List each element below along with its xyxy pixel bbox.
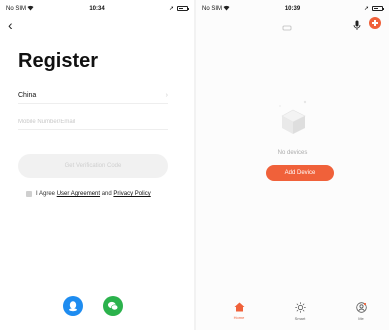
country-value: China: [18, 92, 37, 99]
tab-smart-label: Smart: [294, 316, 306, 321]
user-icon: [355, 302, 367, 313]
home-screen: No SIM 10:39 ➚ No devices Add Device Hom…: [196, 0, 389, 330]
tab-me[interactable]: Me: [346, 302, 376, 321]
wechat-icon: [108, 301, 119, 311]
add-device-button[interactable]: Add Device: [266, 165, 334, 181]
status-bar: No SIM 10:34 ➚: [0, 0, 194, 18]
back-chevron-icon[interactable]: ‹: [8, 18, 13, 32]
register-screen: No SIM 10:34 ➚ ‹ Register China › Get Ve…: [0, 0, 194, 330]
tab-smart[interactable]: Smart: [285, 302, 315, 321]
qq-login-button[interactable]: [63, 296, 83, 316]
location-arrow-icon: ➚: [168, 6, 174, 12]
empty-box-icon: [274, 98, 312, 143]
chevron-right-icon: ›: [165, 92, 168, 99]
tab-home-label: Home: [233, 315, 245, 320]
privacy-policy-link[interactable]: Privacy Policy: [113, 191, 150, 197]
tab-me-label: Me: [358, 316, 364, 321]
country-selector[interactable]: China ›: [18, 88, 168, 104]
no-devices-text: No devices: [277, 150, 308, 156]
agree-checkbox[interactable]: [26, 191, 32, 197]
home-icon: [234, 302, 244, 312]
tab-home[interactable]: Home: [224, 302, 254, 320]
status-time: 10:34: [89, 6, 105, 12]
wechat-login-button[interactable]: [103, 296, 123, 316]
agreement-row: I Agree User Agreement and Privacy Polic…: [26, 191, 151, 197]
battery-icon: [177, 6, 189, 11]
get-verification-code-button[interactable]: Get Verification Code: [18, 154, 168, 178]
sun-icon: [294, 302, 306, 313]
add-icon[interactable]: [369, 17, 381, 29]
status-bar: No SIM 10:39 ➚: [196, 0, 389, 18]
location-arrow-icon: ➚: [363, 6, 369, 12]
account-input[interactable]: [18, 114, 168, 130]
agree-and: and: [101, 191, 112, 197]
page-title: Register: [18, 50, 99, 72]
home-selector-icon[interactable]: [282, 25, 292, 33]
status-time: 10:39: [284, 6, 301, 12]
tab-bar: Home Smart Me: [196, 298, 389, 330]
user-agreement-link[interactable]: User Agreement: [57, 191, 100, 197]
agree-prefix: I Agree: [36, 191, 56, 197]
microphone-icon[interactable]: [353, 18, 361, 36]
battery-icon: [372, 6, 384, 11]
qq-icon: [69, 301, 77, 312]
